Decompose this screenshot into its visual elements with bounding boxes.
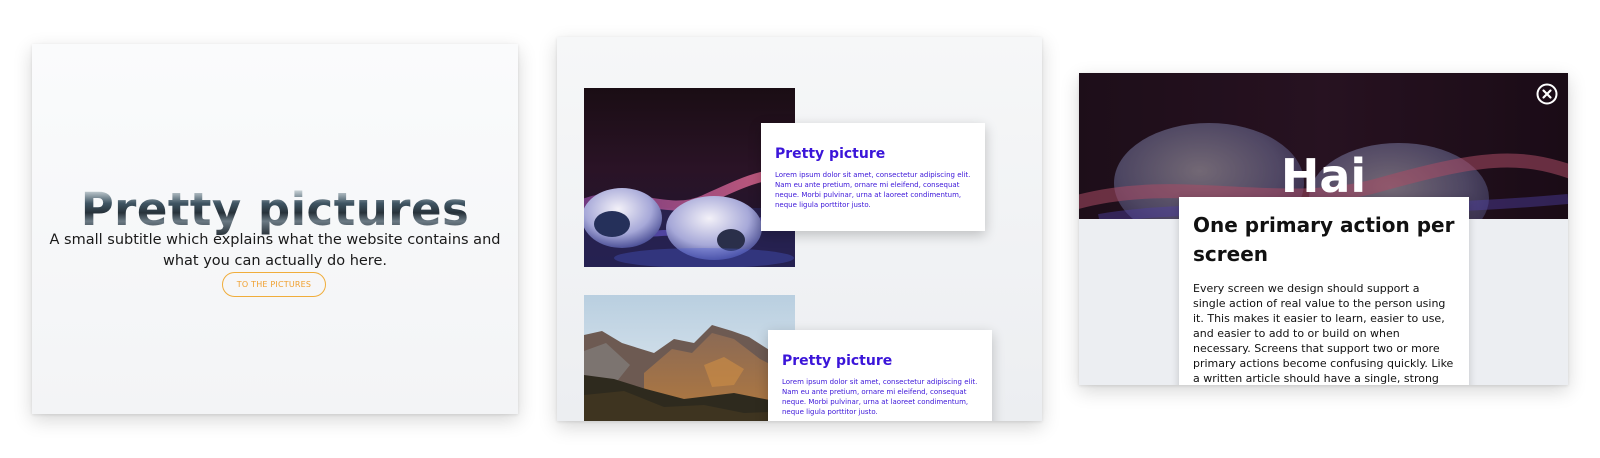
modal-heading: Hai — [1280, 148, 1367, 203]
mountain-photo[interactable] — [584, 295, 795, 421]
to-the-pictures-button[interactable]: TO THE PICTURES — [222, 272, 326, 297]
modal-panel: Hai One primary action per screen Every … — [1079, 73, 1568, 385]
modal-content-card: One primary action per screen Every scre… — [1179, 197, 1469, 385]
cards-panel: Pretty picture Lorem ipsum dolor sit ame… — [557, 37, 1042, 421]
hero-panel: Pretty pictures A small subtitle which e… — [32, 44, 518, 414]
picture-card[interactable]: Pretty picture Lorem ipsum dolor sit ame… — [761, 123, 985, 231]
card-description: Lorem ipsum dolor sit amet, consectetur … — [775, 171, 971, 209]
hero-subtitle: A small subtitle which explains what the… — [49, 231, 501, 269]
close-circle-icon[interactable] — [1536, 83, 1558, 105]
card-title[interactable]: Pretty picture — [782, 352, 978, 370]
card-description: Lorem ipsum dolor sit amet, consectetur … — [782, 378, 978, 416]
card-title[interactable]: Pretty picture — [775, 145, 971, 163]
modal-card-title: One primary action per screen — [1193, 213, 1455, 266]
picture-card[interactable]: Pretty picture Lorem ipsum dolor sit ame… — [768, 330, 992, 421]
modal-card-text: Every screen we design should support a … — [1193, 282, 1454, 385]
